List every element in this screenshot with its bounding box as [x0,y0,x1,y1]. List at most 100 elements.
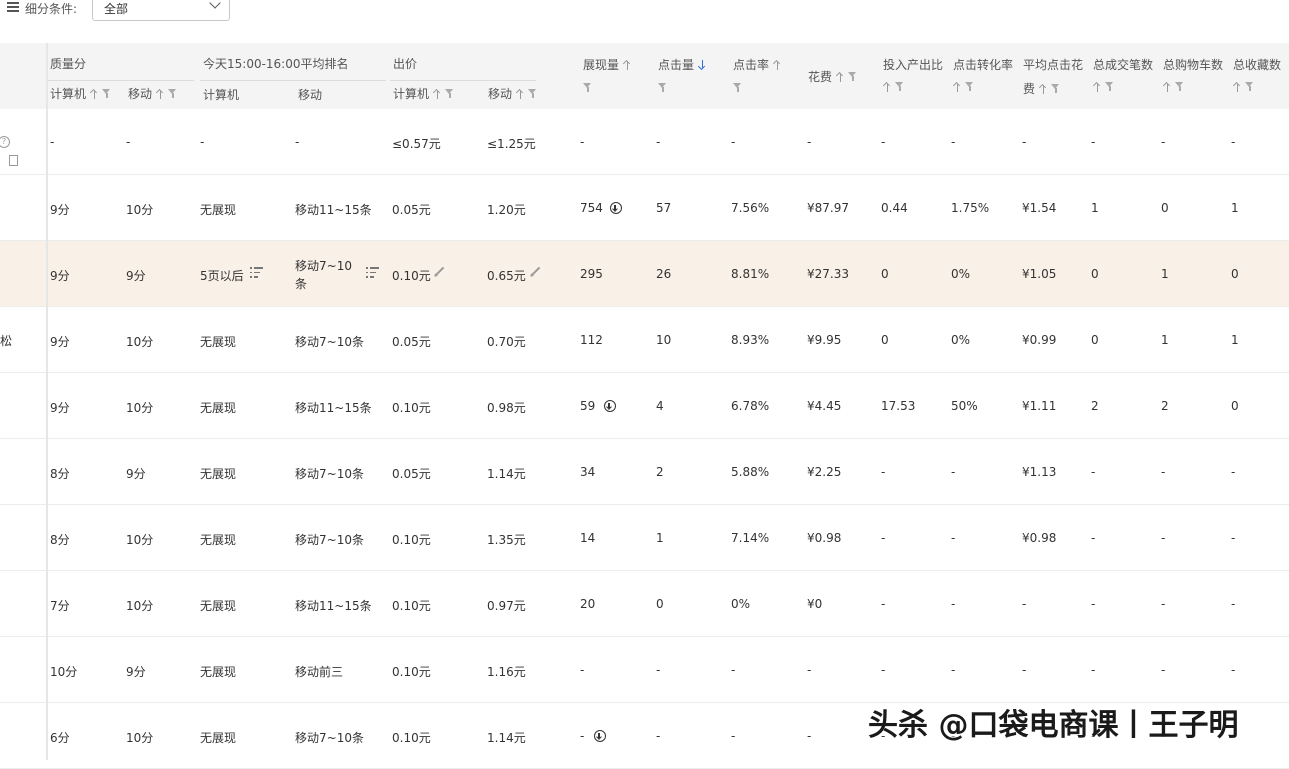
cell-bid-mobile[interactable]: 1.35元 [487,531,526,548]
header-cost[interactable]: 花费 [808,68,857,85]
filter-funnel-icon[interactable] [1105,82,1114,92]
cell-bid-pc[interactable]: ≤0.57元 [392,135,441,152]
filter-funnel-icon[interactable] [445,89,454,99]
cell-rank-pc: 无展现 [200,333,236,350]
header-ctr[interactable]: 点击率 [733,56,781,73]
table-row[interactable]: - - - - ≤0.57元 ≤1.25元 - - - - - - - - - - [0,109,1289,175]
sort-asc-icon[interactable] [623,60,631,70]
cell-cart: - [1161,531,1165,545]
cell-bid-pc[interactable]: 0.10元 [392,729,431,746]
cell-bid-pc-text: 0.05元 [392,467,431,481]
cell-rank-mobile: 移动7~10条 [295,531,364,548]
cell-deals: 0 [1091,267,1099,281]
table-row[interactable]: 9分 10分 无展现 移动11~15条 0.10元 0.98元 59 4 6.78% ¥4.45 1… [0,373,1289,439]
cell-clicks: - [656,729,660,743]
cell-quality-pc: 9分 [50,399,70,416]
cell-bid-mobile[interactable]: 0.70元 [487,333,526,350]
cell-rank-pc-text: 无展现 [200,665,237,679]
filter-funnel-icon[interactable] [733,83,742,93]
header-cvr-tools[interactable] [953,80,974,94]
cell-bid-pc[interactable]: 0.10元 [392,663,431,680]
cell-bid-pc[interactable]: 0.10元 [392,531,431,548]
cell-bid-pc[interactable]: 0.05元 [392,201,431,218]
table-row[interactable]: 8分 9分 无展现 移动7~10条 0.05元 1.14元 34 2 5.88% ¥2.25 - - ¥… [0,439,1289,505]
sort-asc-icon[interactable] [1163,82,1171,92]
filter-funnel-icon[interactable] [1175,82,1184,92]
header-impressions-filter[interactable] [583,81,592,95]
table-row[interactable]: 9分 10分 无展现 移动11~15条 0.05元 1.20元 754 57 7.56% ¥87.… [0,175,1289,241]
cell-bid-pc[interactable]: 0.05元 [392,465,431,482]
header-cpc-tools[interactable]: 费 [1023,80,1060,97]
table-row[interactable]: 9分 9分 5页以后 移动7~10 条 0.10元 0.65元 295 26 8.81% ¥27.3… [0,241,1289,307]
rank-detail-list-icon[interactable] [366,267,379,278]
header-ctr-filter[interactable] [733,81,742,95]
cell-bid-mobile[interactable]: 1.14元 [487,465,526,482]
header-deals-tools[interactable] [1093,80,1114,94]
filter-funnel-icon[interactable] [848,72,857,82]
cell-quality-pc-text: 7分 [50,599,70,613]
filter-funnel-icon[interactable] [965,82,974,92]
sort-asc-icon[interactable] [516,89,524,99]
filter-funnel-icon[interactable] [102,89,111,99]
cell-bid-mobile[interactable]: 0.97元 [487,597,526,614]
cell-bid-mobile[interactable]: ≤1.25元 [487,135,536,152]
header-impressions[interactable]: 展现量 [583,56,631,73]
sort-asc-icon[interactable] [836,72,844,82]
filter-funnel-icon[interactable] [895,82,904,92]
cell-bid-mobile[interactable]: 0.98元 [487,399,526,416]
edit-pencil-icon[interactable] [435,266,445,276]
filter-funnel-icon[interactable] [528,89,537,99]
table-row[interactable]: 8分 10分 无展现 移动7~10条 0.10元 1.35元 14 1 7.14% ¥0.98 - -… [0,505,1289,571]
header-clicks-filter[interactable] [658,81,667,95]
filter-funnel-icon[interactable] [1245,82,1254,92]
cell-bid-pc[interactable]: 0.10元 [392,399,431,416]
cell-cost: ¥9.95 [807,333,841,347]
sort-asc-icon[interactable] [1233,82,1241,92]
header-roi-tools[interactable] [883,80,904,94]
cell-cpc: ¥1.05 [1022,267,1056,281]
download-icon[interactable] [594,730,606,742]
clipboard-icon[interactable] [9,155,18,166]
header-quality-pc[interactable]: 计算机 [50,85,111,102]
edit-pencil-icon[interactable] [531,266,541,276]
header-bid-mobile[interactable]: 移动 [488,85,537,102]
header-quality-mobile[interactable]: 移动 [128,85,177,102]
cell-ctr-text: - [731,729,736,743]
header-clicks[interactable]: 点击量 [658,56,706,73]
sort-asc-icon[interactable] [953,82,961,92]
table-row[interactable]: 9分 10分 无展现 移动7~10条 0.05元 0.70元 112 10 8.93% ¥9.95… [0,307,1289,373]
sort-asc-icon[interactable] [773,60,781,70]
sort-desc-icon[interactable] [698,60,706,70]
cell-bid-mobile[interactable]: 1.16元 [487,663,526,680]
cell-bid-mobile[interactable]: 0.65元 [487,267,526,284]
filter-funnel-icon[interactable] [658,83,667,93]
table-row[interactable]: 7分 10分 无展现 移动11~15条 0.10元 0.97元 20 0 0% ¥0 - - - - - - [0,571,1289,637]
download-icon[interactable] [604,400,616,412]
cell-bid-pc[interactable]: 0.10元 [392,597,431,614]
cell-bid-mobile-text: 1.35元 [487,533,526,547]
header-fav-tools[interactable] [1233,80,1254,94]
cell-quality-pc-text: 8分 [50,467,70,481]
cell-bid-mobile[interactable]: 1.20元 [487,201,526,218]
sort-asc-icon[interactable] [883,82,891,92]
download-icon[interactable] [610,202,622,214]
filter-select[interactable]: 全部 [92,0,230,21]
sort-asc-icon[interactable] [156,89,164,99]
sort-asc-icon[interactable] [90,89,98,99]
sort-asc-icon[interactable] [1093,82,1101,92]
filter-funnel-icon[interactable] [1051,84,1060,94]
rank-detail-list-icon[interactable] [250,267,263,278]
chevron-down-icon [209,0,221,9]
sort-asc-icon[interactable] [1039,84,1047,94]
cell-cost: ¥2.25 [807,465,841,479]
header-cart-tools[interactable] [1163,80,1184,94]
cell-bid-pc[interactable]: 0.10元 [392,267,431,284]
header-bid-pc[interactable]: 计算机 [393,85,454,102]
filter-funnel-icon[interactable] [168,89,177,99]
filter-funnel-icon[interactable] [583,83,592,93]
cell-bid-pc[interactable]: 0.05元 [392,333,431,350]
cell-bid-mobile[interactable]: 1.14元 [487,729,526,746]
cell-quality-mobile: 10分 [126,597,153,614]
table-row[interactable]: 10分 9分 无展现 移动前三 0.10元 1.16元 - - - - - - - - - - [0,637,1289,703]
sort-asc-icon[interactable] [433,89,441,99]
